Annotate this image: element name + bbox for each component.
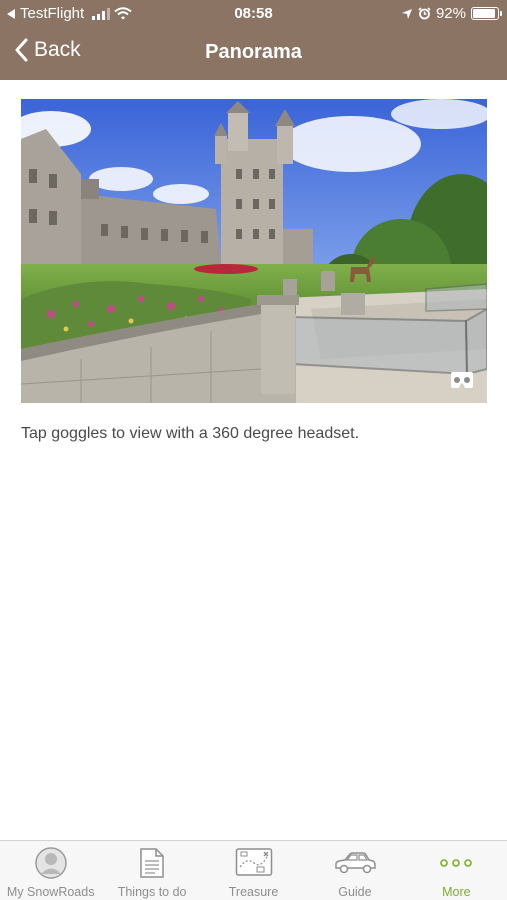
alarm-icon — [418, 7, 431, 20]
tab-more[interactable]: More — [406, 841, 507, 900]
car-icon — [335, 852, 376, 874]
nav-bar: Back Panorama — [0, 28, 507, 80]
battery-fill — [473, 9, 496, 18]
more-dots-icon — [440, 859, 473, 867]
location-arrow-icon — [401, 8, 412, 19]
treasure-map-icon — [235, 848, 272, 876]
tab-guide[interactable]: Guide — [304, 841, 405, 900]
tab-treasure[interactable]: Treasure — [203, 841, 304, 900]
document-icon — [140, 848, 164, 878]
status-right: 92% — [401, 5, 502, 22]
tab-things-to-do[interactable]: Things to do — [101, 841, 202, 900]
tab-label: Treasure — [228, 885, 279, 899]
panorama-caption: Tap goggles to view with a 360 degree he… — [21, 425, 360, 442]
status-bar: TestFlight 08:58 92% — [0, 0, 507, 28]
header: TestFlight 08:58 92% Back Panorama — [0, 0, 507, 80]
tab-bar: My SnowRoads Things to do Treasure Guide — [0, 840, 507, 900]
tab-label: My SnowRoads — [6, 885, 95, 899]
battery-icon — [471, 7, 502, 20]
page-title: Panorama — [205, 41, 302, 63]
battery-percent: 92% — [435, 5, 466, 22]
tab-label: More — [442, 885, 471, 899]
tab-label: Guide — [338, 885, 372, 899]
tab-my-snowroads[interactable]: My SnowRoads — [0, 841, 101, 900]
vr-goggles-icon[interactable] — [449, 371, 475, 389]
castle-panorama-image[interactable] — [21, 99, 487, 403]
person-avatar-icon — [34, 847, 67, 879]
tab-label: Things to do — [117, 885, 187, 899]
